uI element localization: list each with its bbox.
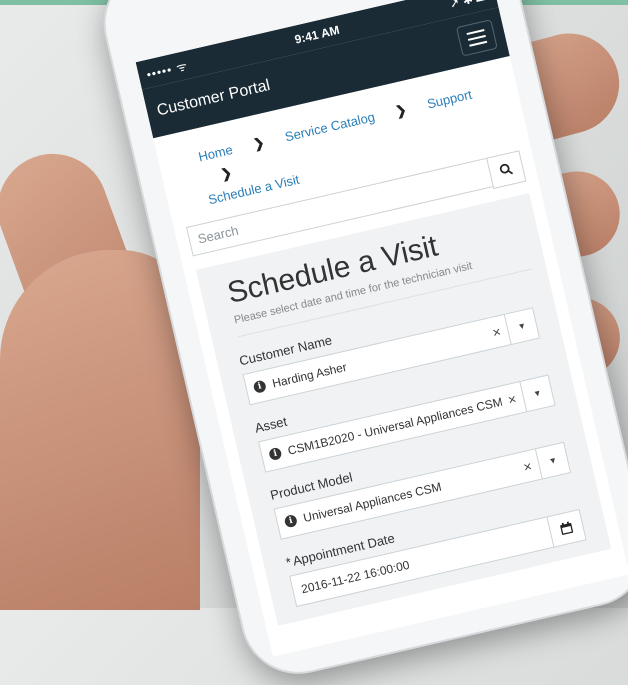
breadcrumb-support[interactable]: Support xyxy=(426,87,474,112)
breadcrumb-service-catalog[interactable]: Service Catalog xyxy=(283,109,376,144)
info-icon: i xyxy=(252,379,267,394)
chevron-right-icon: ❯ xyxy=(219,164,234,182)
menu-icon xyxy=(466,29,485,36)
menu-icon xyxy=(467,34,486,41)
info-icon: i xyxy=(283,513,299,529)
search-button[interactable] xyxy=(486,150,527,190)
chevron-right-icon: ❯ xyxy=(393,101,408,119)
calendar-icon xyxy=(560,521,574,535)
chevron-down-icon[interactable]: ▾ xyxy=(534,442,570,479)
menu-icon xyxy=(469,40,488,47)
search-icon xyxy=(499,163,514,175)
chevron-down-icon[interactable]: ▾ xyxy=(503,308,539,345)
info-icon: i xyxy=(268,446,283,462)
breadcrumb-home[interactable]: Home xyxy=(197,142,234,164)
chevron-right-icon: ❯ xyxy=(251,134,266,152)
schedule-visit-form: Schedule a Visit Please select date and … xyxy=(195,193,612,626)
hamburger-menu-button[interactable] xyxy=(455,19,498,57)
chevron-down-icon[interactable]: ▾ xyxy=(519,375,555,412)
calendar-button[interactable] xyxy=(546,510,586,547)
